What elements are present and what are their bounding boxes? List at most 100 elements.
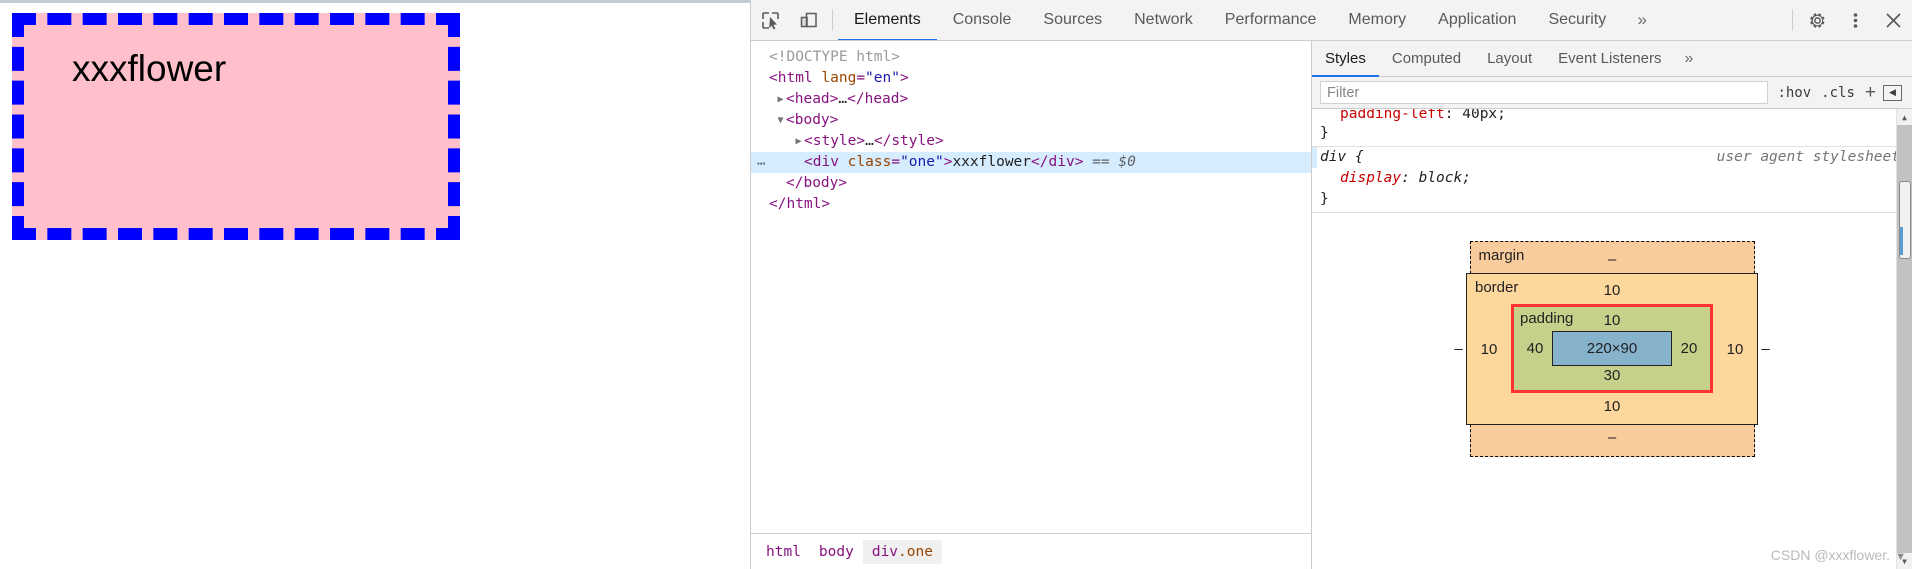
dom-line-body-open[interactable]: ▼ <body>	[751, 110, 1311, 131]
box-model-padding-label: padding	[1520, 310, 1574, 327]
tab-event-listeners[interactable]: Event Listeners	[1545, 42, 1674, 77]
margin-left-value[interactable]: –	[1451, 339, 1467, 360]
dom-line-style[interactable]: ▶ <style>…</style>	[751, 131, 1311, 152]
box-model-border-label: border	[1475, 279, 1519, 296]
style-declaration-display[interactable]: display: block;	[1312, 168, 1912, 189]
toolbar-divider-2	[1792, 9, 1793, 31]
box-model-margin[interactable]: margin – – border 10 10 padding 10 40 22…	[1454, 241, 1770, 457]
styles-sidebar: Styles Computed Layout Event Listeners »…	[1312, 41, 1912, 569]
tab-layout[interactable]: Layout	[1474, 42, 1545, 77]
box-model-margin-label: margin	[1478, 247, 1525, 264]
style-rule-selector-row[interactable]: user agent stylesheet div {	[1312, 147, 1912, 168]
device-toolbar-icon[interactable]	[789, 0, 827, 40]
padding-left-value[interactable]: 40	[1518, 338, 1552, 359]
devtools-toolbar: Elements Console Sources Network Perform…	[751, 0, 1912, 41]
style-rule-close-brace-2: }	[1320, 191, 1329, 207]
dom-line-body-close[interactable]: </body>	[751, 173, 1311, 194]
dom-line-div-one[interactable]: ⋯ <div class="one">xxxflower</div> == $0	[751, 152, 1311, 173]
rule-match-marker	[1312, 147, 1317, 168]
styles-rules-list[interactable]: padding-left: 40px; } user agent stylesh…	[1312, 109, 1912, 569]
breadcrumb-item-body[interactable]: body	[810, 540, 863, 564]
styles-scrollbar[interactable]: ▲ ▼	[1896, 109, 1912, 569]
twisty-body-icon[interactable]: ▼	[775, 110, 786, 131]
dom-attr-lang: lang	[821, 70, 857, 86]
kebab-menu-icon[interactable]	[1836, 0, 1874, 40]
border-left-value[interactable]: 10	[1475, 339, 1503, 360]
tab-elements[interactable]: Elements	[838, 1, 937, 40]
close-icon[interactable]	[1874, 0, 1912, 40]
margin-right-value[interactable]: –	[1758, 339, 1774, 360]
scroll-up-icon[interactable]: ▲	[1897, 109, 1912, 125]
dom-attrval-en: "en"	[865, 70, 900, 86]
border-right-value[interactable]: 10	[1721, 339, 1749, 360]
dom-attrval-one: "one"	[900, 154, 944, 170]
watermark-caret-icon: ▼	[1895, 551, 1906, 563]
devtools-panel: Elements Console Sources Network Perform…	[750, 0, 1912, 569]
filter-input[interactable]	[1320, 81, 1769, 104]
margin-middle-row: – border 10 10 padding 10 40 220×90 20 3…	[1454, 270, 1770, 428]
dom-tag-html: html	[777, 70, 813, 86]
dom-line-doctype[interactable]: <!DOCTYPE html>	[751, 47, 1311, 68]
breadcrumb: html body div.one	[751, 533, 1311, 569]
style-rule-origin: user agent stylesheet	[1716, 149, 1900, 165]
padding-bottom-value[interactable]: 30	[1518, 366, 1706, 386]
tab-memory[interactable]: Memory	[1332, 1, 1422, 40]
styles-tab-strip: Styles Computed Layout Event Listeners »	[1312, 41, 1912, 77]
new-style-rule-button[interactable]: +	[1860, 83, 1881, 102]
breadcrumb-item-html[interactable]: html	[757, 540, 810, 564]
inspect-cursor-icon[interactable]	[751, 0, 789, 40]
toolbar-divider	[832, 9, 833, 31]
box-model-padding[interactable]: padding 10 40 220×90 20 30	[1511, 304, 1713, 393]
sidebar-toggle-icon[interactable]: ◀	[1883, 84, 1902, 101]
styles-filter-bar: :hov .cls + ◀	[1312, 77, 1912, 109]
dom-text-xxxflower: xxxflower	[952, 154, 1032, 170]
dom-tree[interactable]: <!DOCTYPE html> <html lang="en"> ▶ <head>…	[751, 41, 1311, 533]
tab-performance[interactable]: Performance	[1209, 1, 1333, 40]
border-bottom-value[interactable]: 10	[1475, 397, 1749, 417]
dom-attr-class: class	[847, 154, 892, 170]
highlighted-div-one[interactable]: xxxflower	[12, 13, 460, 240]
devtools-tab-strip: Elements Console Sources Network Perform…	[838, 0, 1787, 40]
more-tabs-icon[interactable]: »	[1622, 0, 1662, 40]
tab-network[interactable]: Network	[1118, 1, 1209, 40]
gear-icon[interactable]	[1798, 0, 1836, 40]
elements-dom-pane: <!DOCTYPE html> <html lang="en"> ▶ <head>…	[751, 41, 1312, 569]
toolbar-right-actions	[1787, 0, 1912, 40]
box-model-content-size[interactable]: 220×90	[1552, 331, 1672, 366]
demo-box-text: xxxflower	[72, 48, 227, 89]
box-model-diagram: margin – – border 10 10 padding 10 40 22…	[1312, 213, 1912, 457]
twisty-style-icon[interactable]: ▶	[793, 131, 804, 152]
style-declaration-padding-left[interactable]: padding-left: 40px;	[1312, 109, 1912, 123]
tab-console[interactable]: Console	[937, 1, 1028, 40]
twisty-head-icon[interactable]: ▶	[775, 89, 786, 110]
style-rule-clipped[interactable]: padding-left: 40px; }	[1312, 109, 1912, 147]
cls-toggle-button[interactable]: .cls	[1816, 85, 1860, 101]
tab-computed[interactable]: Computed	[1379, 42, 1474, 77]
tab-application[interactable]: Application	[1422, 1, 1532, 40]
padding-middle-row: 40 220×90 20	[1518, 331, 1706, 366]
box-model-border[interactable]: border 10 10 padding 10 40 220×90 20 30 …	[1466, 273, 1758, 425]
devtools-screenshot: xxxflower Elements Console Sources Netwo…	[0, 0, 1912, 569]
styles-more-tabs-icon[interactable]: »	[1675, 41, 1704, 76]
breadcrumb-item-div-one[interactable]: div.one	[862, 539, 942, 564]
box-model: margin – – border 10 10 padding 10 40 22…	[1454, 241, 1770, 457]
border-middle-row: 10 padding 10 40 220×90 20 30 10	[1475, 301, 1749, 397]
padding-right-value[interactable]: 20	[1672, 338, 1706, 359]
hov-toggle-button[interactable]: :hov	[1772, 85, 1816, 101]
dom-row-menu-icon[interactable]: ⋯	[757, 154, 766, 175]
devtools-body: <!DOCTYPE html> <html lang="en"> ▶ <head>…	[751, 41, 1912, 569]
style-rule-close-brace: }	[1320, 125, 1329, 141]
dom-line-head[interactable]: ▶ <head>…</head>	[751, 89, 1311, 110]
selected-node-marker: == $0	[1092, 154, 1136, 170]
margin-bottom-value[interactable]: –	[1481, 428, 1744, 448]
rendered-page-viewport: xxxflower	[0, 0, 750, 569]
style-rule-selector: div {	[1320, 149, 1364, 165]
style-rule-user-agent-div[interactable]: user agent stylesheet div { display: blo…	[1312, 147, 1912, 213]
page-top-strip	[0, 0, 750, 3]
tab-security[interactable]: Security	[1532, 1, 1622, 40]
tab-sources[interactable]: Sources	[1027, 1, 1118, 40]
dom-line-html-open[interactable]: <html lang="en">	[751, 68, 1311, 89]
dom-line-html-close[interactable]: </html>	[751, 194, 1311, 215]
csdn-watermark: CSDN @xxxflower.	[1770, 547, 1890, 563]
tab-styles[interactable]: Styles	[1312, 42, 1379, 77]
